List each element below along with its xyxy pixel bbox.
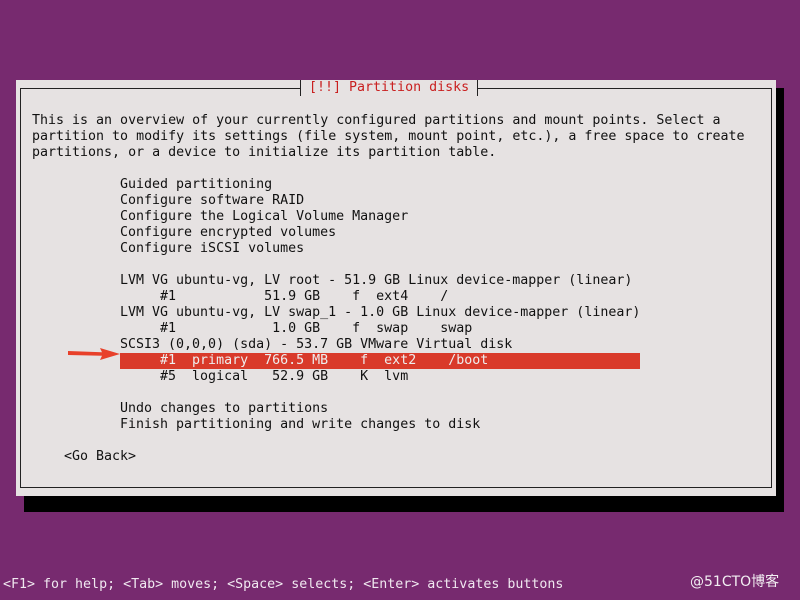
device-sda[interactable]: SCSI3 (0,0,0) (sda) - 53.7 GB VMware Vir… [120, 337, 512, 353]
help-footer: <F1> for help; <Tab> moves; <Space> sele… [3, 577, 564, 592]
finish-partitioning-item[interactable]: Finish partitioning and write changes to… [120, 417, 480, 433]
dialog-title: [!!] Partition disks [300, 80, 479, 96]
partition-swap-1[interactable]: #1 1.0 GB f swap swap [120, 321, 472, 337]
menu-encrypted-volumes[interactable]: Configure encrypted volumes [120, 225, 336, 241]
go-back-button[interactable]: <Go Back> [64, 449, 136, 465]
menu-guided-partitioning[interactable]: Guided partitioning [120, 177, 272, 193]
menu-iscsi-volumes[interactable]: Configure iSCSI volumes [120, 241, 304, 257]
intro-line-2: partition to modify its settings (file s… [32, 129, 745, 144]
device-lv-root[interactable]: LVM VG ubuntu-vg, LV root - 51.9 GB Linu… [120, 273, 632, 289]
undo-changes-item[interactable]: Undo changes to partitions [120, 401, 328, 417]
menu-lvm[interactable]: Configure the Logical Volume Manager [120, 209, 408, 225]
device-lv-swap[interactable]: LVM VG ubuntu-vg, LV swap_1 - 1.0 GB Lin… [120, 305, 640, 321]
intro-line-1: This is an overview of your currently co… [32, 113, 721, 128]
partition-lvm-5[interactable]: #5 logical 52.9 GB K lvm [120, 369, 408, 385]
intro-line-3: partitions, or a device to initialize it… [32, 145, 497, 160]
partition-boot-selected[interactable]: #1 primary 766.5 MB f ext2 /boot [120, 353, 640, 369]
arrow-annotation-icon [68, 348, 120, 360]
partition-dialog: [!!] Partition disks This is an overview… [16, 80, 776, 496]
menu-software-raid[interactable]: Configure software RAID [120, 193, 304, 209]
partition-root-1[interactable]: #1 51.9 GB f ext4 / [120, 289, 448, 305]
watermark-logo: @51CTO博客 [690, 574, 780, 590]
